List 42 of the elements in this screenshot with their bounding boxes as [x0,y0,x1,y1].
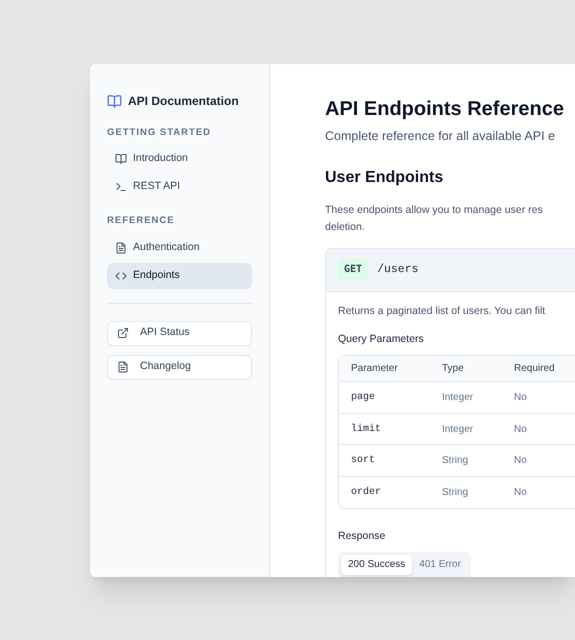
column-header: Type [442,362,465,376]
section-text: These endpoints allow you to manage user res deletion. [325,202,544,235]
column-header: Required [514,362,555,376]
response-title: Response [338,529,386,544]
method-badge: GET [338,259,368,280]
table-cell-text: Integer [442,422,474,436]
params-title: Query Parameters [338,332,425,346]
sidebar-item[interactable]: Introduction [107,146,252,172]
app-title: API Documentation [128,93,239,110]
table-cell-text: No [514,422,527,436]
table-cell-text: Integer [442,391,474,405]
response-tab[interactable]: 401 Error [412,554,468,574]
column-header: Parameter [350,362,399,376]
endpoint-path: /users [377,262,418,278]
table-cell-text: No [514,486,527,500]
response-tab[interactable]: 200 Success [341,554,412,574]
terminal-icon [115,181,127,194]
table-cell-text: No [514,454,527,468]
section-title: User Endpoints [325,168,444,188]
document-icon [117,361,129,373]
table-cell-text: No [514,391,527,405]
code-icon [115,270,127,282]
sidebar-link[interactable]: Changelog [107,354,252,380]
sidebar-link[interactable]: API Status [107,320,252,346]
section-heading: REFERENCE [107,214,176,228]
page-subtitle: Complete reference for all available API e [325,128,556,145]
endpoint-description: Returns a paginated list of users. You can filt [338,304,546,319]
external-link-icon [117,327,129,339]
param-name: order [350,486,382,500]
book-icon [107,94,122,108]
table-cell-text: String [442,454,470,468]
document-icon [115,242,127,254]
param-name: sort [350,454,376,468]
table-cell-text: String [442,486,470,500]
page-title: API Endpoints Reference [325,97,565,122]
param-name: limit [350,422,382,436]
book-icon [115,153,127,166]
sidebar-item[interactable]: Authentication [107,234,252,260]
param-name: page [350,391,376,405]
sidebar-item[interactable]: Endpoints [107,262,252,288]
sidebar-item[interactable]: REST API [107,174,252,200]
section-heading: GETTING STARTED [107,126,212,140]
